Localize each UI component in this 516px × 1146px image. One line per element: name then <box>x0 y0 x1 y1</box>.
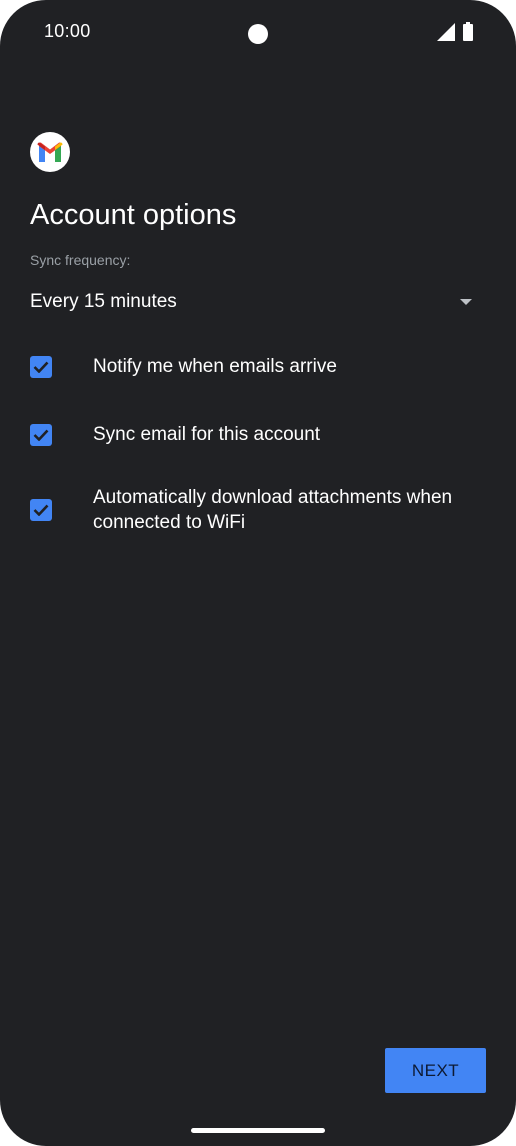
home-indicator[interactable] <box>191 1128 325 1133</box>
notify-option-label: Notify me when emails arrive <box>93 356 337 377</box>
status-time: 10:00 <box>44 21 91 41</box>
gmail-logo-icon <box>30 132 70 172</box>
phone-screen: 10:00 Account options Sync frequency: Ev… <box>0 0 516 1146</box>
download-attachments-option-row[interactable]: Automatically download attachments when … <box>30 485 490 535</box>
sync-email-option-row[interactable]: Sync email for this account <box>30 422 490 447</box>
download-attachments-option-label: Automatically download attachments when … <box>93 487 453 533</box>
gmail-m-icon <box>37 142 63 162</box>
sync-frequency-value: Every 15 minutes <box>30 291 177 312</box>
next-button[interactable]: NEXT <box>385 1048 486 1093</box>
sync-email-option-label: Sync email for this account <box>93 424 321 445</box>
sync-frequency-dropdown[interactable]: Every 15 minutes <box>30 285 486 319</box>
battery-icon <box>463 22 473 41</box>
cellular-signal-icon <box>437 23 455 41</box>
sync-email-checkbox[interactable] <box>30 423 52 446</box>
sync-frequency-label: Sync frequency: <box>30 252 131 268</box>
checkmark-icon <box>33 361 49 373</box>
dropdown-arrow-icon <box>460 299 472 305</box>
page-title: Account options <box>30 199 237 231</box>
checkmark-icon <box>33 504 49 516</box>
notify-option-row[interactable]: Notify me when emails arrive <box>30 354 490 379</box>
download-attachments-checkbox[interactable] <box>30 499 52 521</box>
notify-checkbox[interactable] <box>30 355 52 378</box>
front-camera <box>248 24 268 44</box>
checkmark-icon <box>33 429 49 441</box>
